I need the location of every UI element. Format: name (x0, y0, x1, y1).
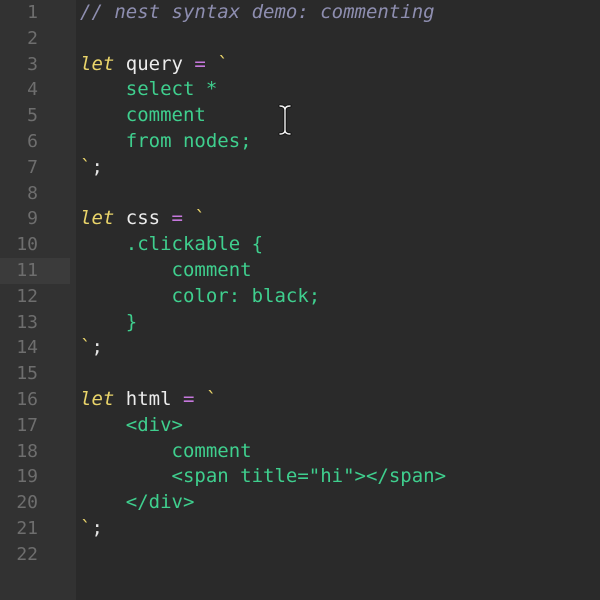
line-code[interactable]: .clickable { (80, 232, 263, 258)
line-number: 20 (16, 492, 38, 514)
line-number: 12 (16, 285, 38, 307)
code-token: </div> (80, 491, 195, 514)
code-line[interactable]: 1 // nest syntax demo: commenting (0, 0, 600, 26)
line-code[interactable]: comment (80, 258, 252, 284)
code-token: let (80, 207, 115, 230)
code-token: ; (91, 517, 103, 539)
line-code[interactable]: </div> (80, 490, 195, 516)
code-line[interactable]: 3 let query = ` (0, 52, 600, 78)
line-number: 22 (16, 543, 38, 565)
code-line[interactable]: 8 (0, 181, 600, 207)
code-token: = (171, 207, 183, 230)
line-number: 1 (27, 2, 38, 23)
line-code[interactable]: let css = ` (80, 206, 206, 232)
line-number: 5 (27, 105, 38, 127)
line-number: 19 (16, 466, 38, 488)
line-code[interactable]: <span title="hi"></span> (80, 464, 447, 490)
line-number: 9 (27, 208, 38, 230)
line-code[interactable]: select * (80, 77, 218, 103)
line-number: 16 (16, 389, 38, 410)
line-number: 18 (16, 440, 38, 462)
line-number: 13 (16, 311, 38, 333)
line-code[interactable]: comment (80, 439, 252, 465)
code-line[interactable]: 9 let css = ` (0, 206, 600, 232)
code-line[interactable]: 2 (0, 26, 600, 52)
line-number: 4 (27, 79, 38, 101)
line-number: 15 (16, 363, 38, 385)
line-code[interactable]: comment (80, 103, 206, 129)
code-line[interactable]: 14 `; (0, 335, 600, 361)
code-token: ` (80, 336, 92, 359)
code-line[interactable]: 6 from nodes; (0, 129, 600, 155)
code-line[interactable]: 4 select * (0, 77, 600, 103)
code-line[interactable]: 18 comment (0, 439, 600, 465)
code-token: ` (205, 52, 229, 75)
line-number: 17 (16, 414, 38, 436)
line-code[interactable]: `; (80, 335, 103, 361)
code-line[interactable]: 20 </div> (0, 490, 600, 516)
line-number: 3 (27, 53, 38, 75)
code-token: ` (182, 207, 206, 230)
code-token: ` (194, 388, 218, 410)
code-token: // nest syntax demo: commenting (80, 1, 435, 23)
line-number: 8 (27, 182, 38, 204)
line-number: 11 (16, 260, 38, 281)
line-code[interactable]: `; (80, 516, 103, 542)
code-token: let (80, 52, 115, 75)
line-code[interactable]: } (80, 310, 137, 336)
line-number: 2 (27, 27, 38, 49)
code-token: comment (80, 259, 252, 281)
code-line[interactable]: 16 let html = ` (0, 387, 600, 413)
code-token: css (114, 207, 172, 230)
code-token: let (80, 388, 115, 410)
code-editor[interactable]: 1 // nest syntax demo: commenting 2 3 let qu… (0, 0, 600, 600)
code-token: color: black; (80, 284, 321, 307)
code-token: ; (91, 155, 103, 178)
code-line[interactable]: 13 } (0, 310, 600, 336)
code-token: ; (91, 336, 103, 359)
code-token: <div> (80, 413, 183, 436)
code-token: ` (80, 517, 92, 539)
code-token: comment (80, 104, 206, 127)
code-line[interactable]: 15 (0, 361, 600, 387)
line-number: 10 (16, 234, 38, 256)
code-line[interactable]: 11 comment (0, 258, 600, 284)
code-token: = (182, 388, 195, 410)
code-line[interactable]: 19 <span title="hi"></span> (0, 464, 600, 490)
line-code[interactable]: from nodes; (80, 129, 252, 155)
code-token: comment (80, 439, 252, 462)
line-number: 21 (16, 518, 38, 539)
code-line[interactable]: 7 `; (0, 155, 600, 181)
code-token: <span title="hi"></span> (80, 465, 447, 488)
code-token: select * (80, 78, 218, 101)
code-line[interactable]: 10 .clickable { (0, 232, 600, 258)
code-line[interactable]: 21 `; (0, 516, 600, 542)
code-token: ` (80, 155, 92, 178)
code-token: } (80, 310, 138, 333)
code-token: .clickable { (80, 233, 264, 256)
text-ibeam-cursor-icon (278, 104, 292, 136)
code-line[interactable]: 5 comment (0, 103, 600, 129)
line-code[interactable]: <div> (80, 413, 183, 439)
line-code[interactable]: // nest syntax demo: commenting (80, 0, 435, 26)
line-code[interactable]: let query = ` (80, 52, 229, 78)
line-code[interactable]: color: black; (80, 284, 321, 310)
code-token: = (194, 52, 206, 75)
code-token: html (114, 388, 183, 410)
code-line[interactable]: 12 color: black; (0, 284, 600, 310)
code-token: query (114, 52, 195, 75)
line-number: 14 (16, 337, 38, 359)
line-code[interactable]: let html = ` (80, 387, 217, 413)
code-token: from nodes; (80, 130, 252, 152)
code-line[interactable]: 22 (0, 542, 600, 568)
code-line[interactable]: 17 <div> (0, 413, 600, 439)
line-number: 7 (27, 156, 38, 178)
line-code[interactable]: `; (80, 155, 103, 181)
line-number: 6 (27, 131, 38, 152)
